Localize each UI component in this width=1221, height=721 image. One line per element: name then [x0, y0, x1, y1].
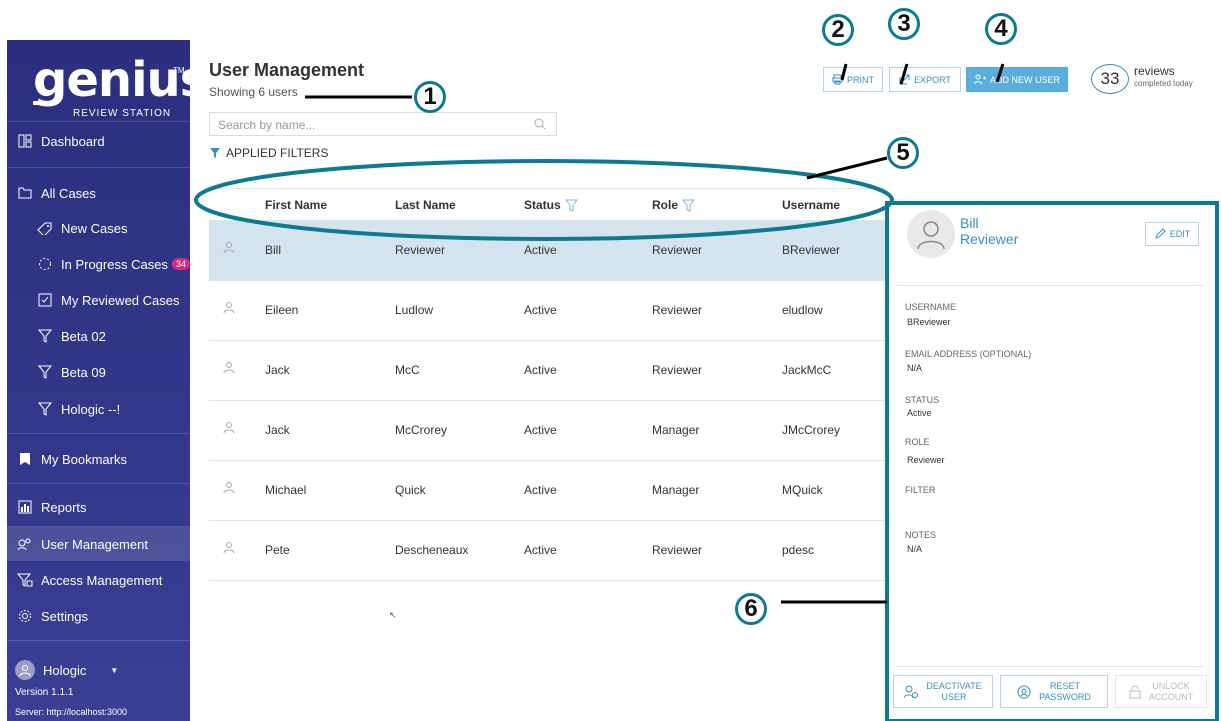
callout-number-6: 6: [735, 593, 767, 625]
callout-4-line: [995, 63, 1005, 83]
callout-number-4: 4: [985, 13, 1017, 45]
callout-2-line: [840, 63, 848, 81]
callout-number-1: 1: [414, 81, 446, 113]
callout-5-ellipse: [194, 159, 894, 241]
callout-3-line: [899, 63, 909, 85]
app-window: genius TM REVIEW STATION Dashboard All C…: [7, 40, 1221, 721]
callout-number-2: 2: [822, 14, 854, 46]
callout-6-frame: [885, 201, 1219, 721]
callout-number-3: 3: [888, 8, 920, 40]
callout-number-5: 5: [887, 137, 919, 169]
callout-5-line: [806, 156, 888, 180]
callout-overlay: [194, 63, 1219, 721]
